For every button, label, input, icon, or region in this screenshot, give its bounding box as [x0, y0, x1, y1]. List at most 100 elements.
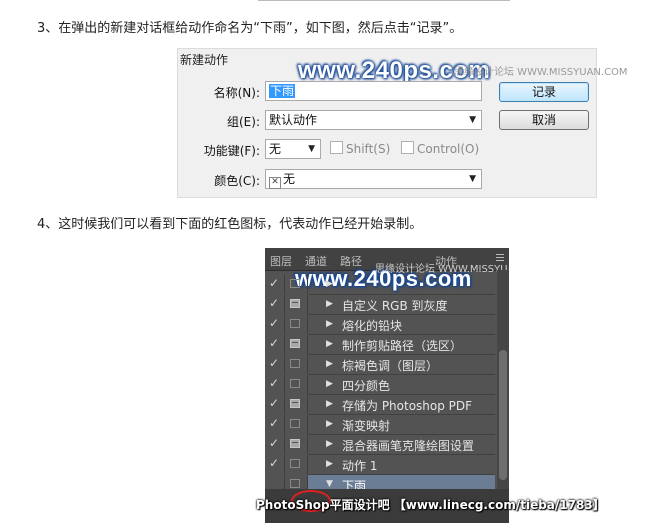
action-name-cell[interactable]: ▶ 四分颜色	[308, 375, 495, 395]
toggle-dialog-column[interactable]	[285, 415, 308, 434]
checkmark-icon: ✓	[269, 336, 280, 350]
name-value: 下雨	[269, 84, 296, 98]
toggle-item-column[interactable]: ✓	[265, 335, 285, 354]
toggle-item-column[interactable]: ✓	[265, 355, 285, 374]
toggle-item-column[interactable]: ✓	[265, 295, 285, 314]
tab-layers[interactable]: 图层	[270, 253, 292, 269]
toggle-dialog-column[interactable]	[285, 315, 308, 334]
toggle-item-column[interactable]: ✓	[265, 455, 285, 474]
no-color-icon: ✕	[269, 177, 281, 189]
expand-right-icon[interactable]: ▶	[326, 299, 333, 309]
toggle-dialog-column[interactable]	[285, 375, 308, 394]
checkmark-icon: ✓	[269, 416, 280, 430]
control-checkbox[interactable]: Control(O)	[401, 141, 479, 156]
dialog-toggle-icon	[290, 339, 300, 348]
checkmark-icon: ✓	[269, 456, 280, 470]
toggle-dialog-column[interactable]	[285, 295, 308, 314]
top-divider	[258, 0, 510, 1]
action-row[interactable]: ✓ ▶ 混合器画笔克隆绘图设置	[265, 435, 495, 455]
action-row[interactable]: ✓ ▶ 动作 1	[265, 455, 495, 475]
expand-down-icon[interactable]: ▼	[326, 479, 333, 489]
checkmark-icon: ✓	[269, 276, 280, 290]
toggle-item-column[interactable]: ✓	[265, 415, 285, 434]
dialog-toggle-icon	[290, 399, 300, 408]
toggle-dialog-column[interactable]	[285, 455, 308, 474]
toggle-dialog-column[interactable]	[285, 335, 308, 354]
action-name-cell[interactable]: ▶	[308, 275, 495, 295]
dialog-toggle-icon	[290, 459, 300, 468]
expand-right-icon[interactable]: ▶	[326, 279, 333, 289]
action-label: 熔化的铅块	[342, 319, 403, 333]
record-button[interactable]: 记录	[499, 82, 589, 102]
function-key-value: 无	[269, 142, 282, 156]
checkbox-box	[330, 141, 343, 154]
scrollbar[interactable]	[497, 270, 509, 523]
dialog-toggle-icon	[290, 299, 300, 308]
expand-right-icon[interactable]: ▶	[326, 399, 333, 409]
watermark-sub: 思缘设计论坛 WWW.MISSYUAN.COM	[454, 67, 628, 78]
chevron-down-icon: ▼	[469, 174, 476, 184]
action-name-cell[interactable]: ▶ 自定义 RGB 到灰度	[308, 295, 495, 315]
action-row[interactable]: ✓ ▶ 棕褐色调（图层）	[265, 355, 495, 375]
set-value: 默认动作	[269, 113, 318, 127]
toggle-item-column[interactable]: ✓	[265, 435, 285, 454]
action-label: 渐变映射	[342, 419, 391, 433]
action-row[interactable]: ✓ ▶ 熔化的铅块	[265, 315, 495, 335]
action-name-cell[interactable]: ▶ 熔化的铅块	[308, 315, 495, 335]
control-label: Control(O)	[417, 142, 480, 156]
checkmark-icon: ✓	[269, 296, 280, 310]
expand-right-icon[interactable]: ▶	[326, 439, 333, 449]
function-key-label: 功能键(F):	[203, 144, 260, 158]
toggle-item-column[interactable]: ✓	[265, 275, 285, 294]
toggle-item-column[interactable]: ✓	[265, 315, 285, 334]
action-name-cell[interactable]: ▶ 混合器画笔克隆绘图设置	[308, 435, 495, 455]
expand-right-icon[interactable]: ▶	[326, 459, 333, 469]
toggle-dialog-column[interactable]	[285, 275, 308, 294]
toggle-dialog-column[interactable]	[285, 435, 308, 454]
toggle-item-column[interactable]: ✓	[265, 395, 285, 414]
action-name-cell[interactable]: ▶ 制作剪贴路径（选区）	[308, 335, 495, 355]
action-row[interactable]: ✓ ▶ 四分颜色	[265, 375, 495, 395]
action-row[interactable]: ✓ ▶ 制作剪贴路径（选区）	[265, 335, 495, 355]
action-name-cell[interactable]: ▶ 存储为 Photoshop PDF	[308, 395, 495, 415]
expand-right-icon[interactable]: ▶	[326, 419, 333, 429]
expand-right-icon[interactable]: ▶	[326, 379, 333, 389]
action-row[interactable]: ✓ ▶ 自定义 RGB 到灰度	[265, 295, 495, 315]
action-label: 混合器画笔克隆绘图设置	[342, 439, 475, 453]
set-select[interactable]: 默认动作 ▼	[265, 110, 482, 130]
action-row[interactable]: ✓ ▶ 渐变映射	[265, 415, 495, 435]
action-name-cell[interactable]: ▶ 棕褐色调（图层）	[308, 355, 495, 375]
dialog-toggle-icon	[290, 479, 300, 488]
dialog-toggle-icon	[290, 279, 300, 288]
scroll-thumb[interactable]	[499, 350, 507, 480]
step-3-text: 3、在弹出的新建对话框给动作命名为“下雨”，如下图，然后点击“记录”。	[37, 21, 463, 36]
toggle-item-column[interactable]: ✓	[265, 375, 285, 394]
checkmark-icon: ✓	[269, 396, 280, 410]
step-4-text: 4、这时候我们可以看到下面的红色图标，代表动作已经开始录制。	[37, 217, 423, 232]
set-label: 组(E):	[227, 115, 260, 129]
actions-panel: 图层 通道 路径 动作 www.240ps.com 思缘设计论坛 WWW.MIS…	[265, 248, 509, 523]
checkbox-box	[401, 141, 414, 154]
shift-checkbox[interactable]: Shift(S)	[330, 141, 390, 156]
name-field[interactable]: 下雨	[265, 81, 482, 101]
toggle-dialog-column[interactable]	[285, 355, 308, 374]
checkmark-icon: ✓	[269, 436, 280, 450]
action-row[interactable]: ✓ ▶	[265, 275, 495, 295]
action-name-cell[interactable]: ▶ 动作 1	[308, 455, 495, 475]
color-label: 颜色(C):	[214, 174, 260, 188]
expand-right-icon[interactable]: ▶	[326, 319, 333, 329]
expand-right-icon[interactable]: ▶	[326, 359, 333, 369]
action-label: 自定义 RGB 到灰度	[342, 299, 448, 313]
function-key-select[interactable]: 无 ▼	[265, 139, 321, 159]
dialog-toggle-icon	[290, 359, 300, 368]
action-label: 棕褐色调（图层）	[342, 359, 439, 373]
chevron-down-icon: ▼	[308, 144, 315, 154]
cancel-button[interactable]: 取消	[499, 110, 589, 130]
action-name-cell[interactable]: ▶ 渐变映射	[308, 415, 495, 435]
expand-right-icon[interactable]: ▶	[326, 339, 333, 349]
toggle-dialog-column[interactable]	[285, 395, 308, 414]
color-select[interactable]: ✕ 无 ▼	[265, 169, 482, 189]
checkmark-icon: ✓	[269, 316, 280, 330]
action-row[interactable]: ✓ ▶ 存储为 Photoshop PDF	[265, 395, 495, 415]
chevron-down-icon: ▼	[469, 115, 476, 125]
